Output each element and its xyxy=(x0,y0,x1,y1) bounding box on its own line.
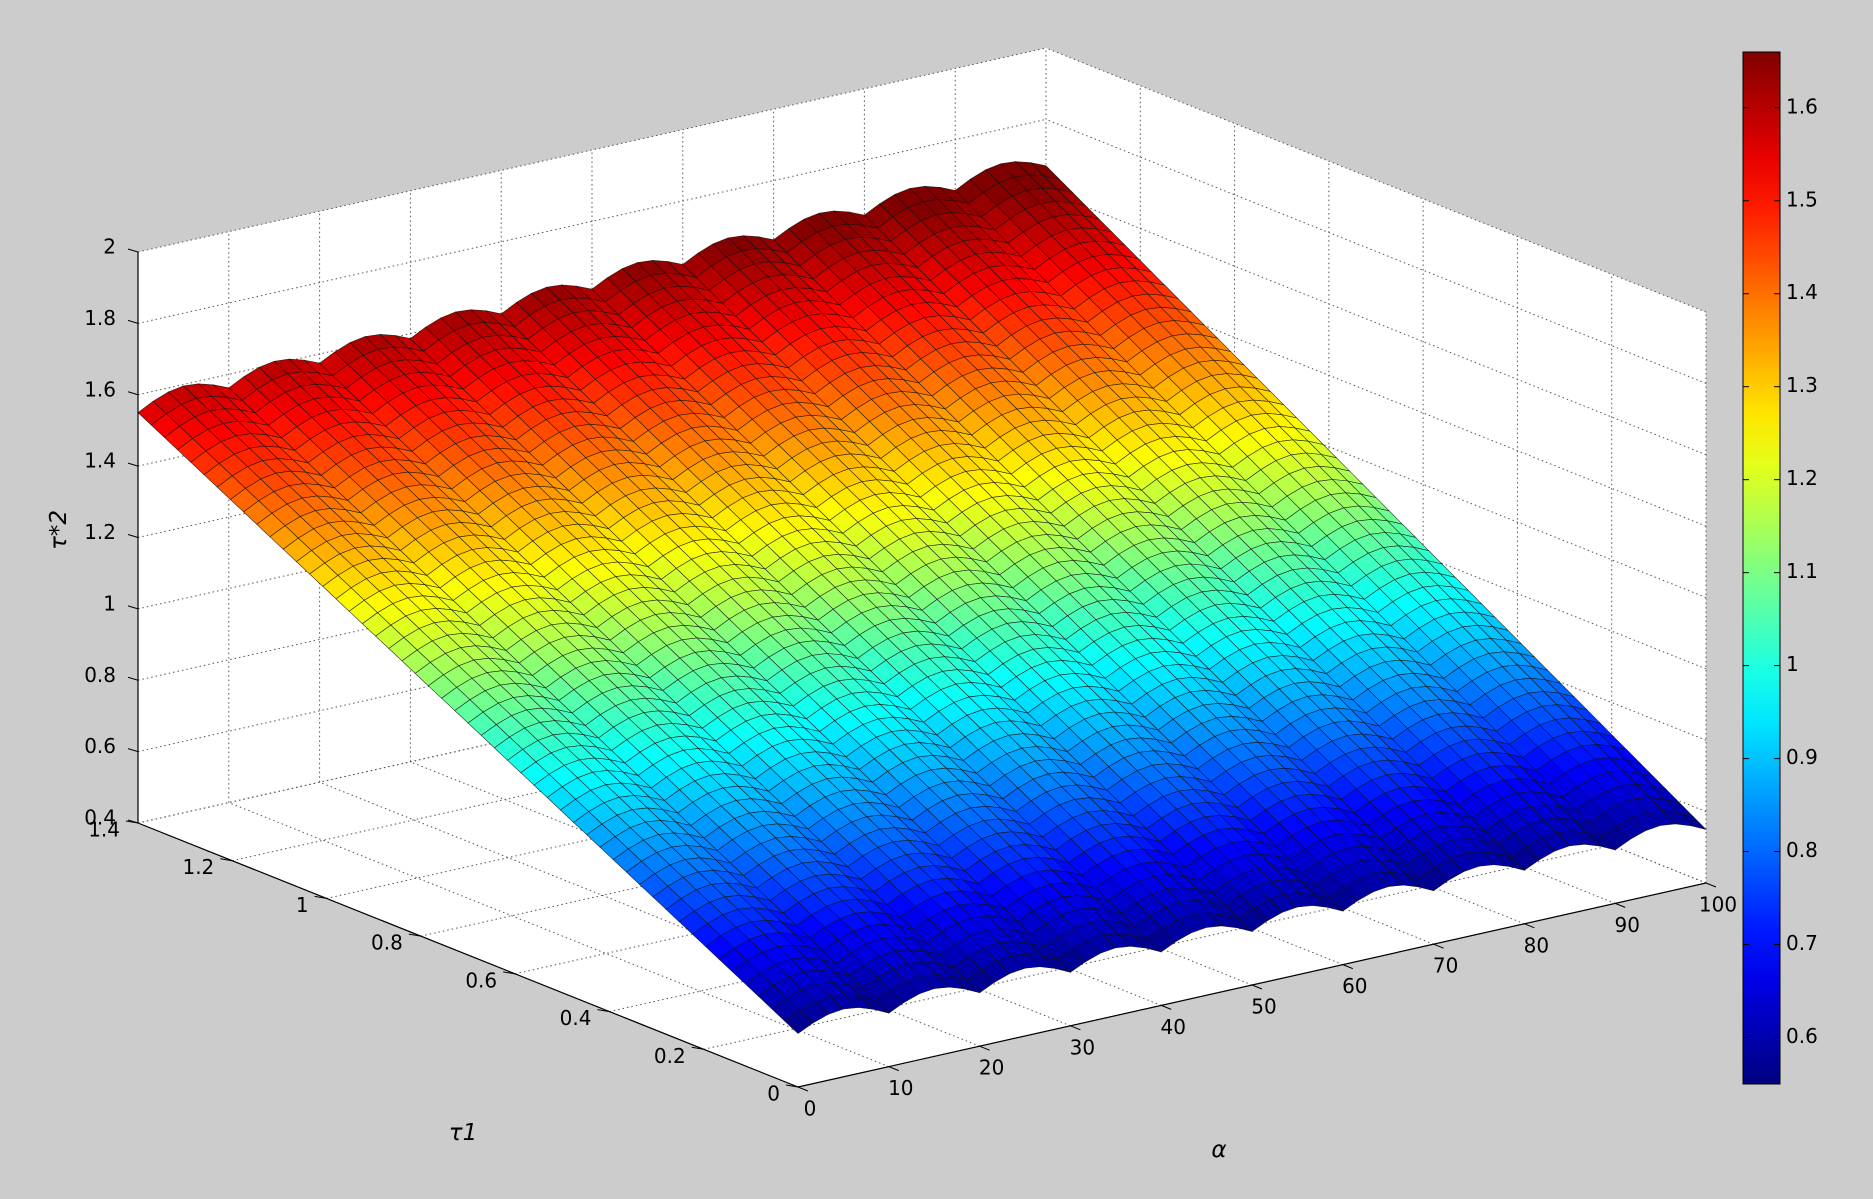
x-tick-mark xyxy=(1705,882,1717,888)
z-tick-mark xyxy=(127,605,139,610)
x-axis-label: α xyxy=(1211,1137,1226,1163)
z-tick-label: 1.2 xyxy=(84,520,116,544)
x-tick-label: 90 xyxy=(1614,913,1639,937)
z-tick-label: 1.6 xyxy=(84,377,116,401)
z-tick-label: 1 xyxy=(103,591,116,615)
x-tick-label: 40 xyxy=(1160,1015,1185,1039)
y-tick-label: 0.6 xyxy=(465,968,497,992)
z-tick-mark xyxy=(127,748,139,753)
colorbar-tick-label: 1.2 xyxy=(1786,466,1818,490)
x-tick-label: 60 xyxy=(1342,974,1367,998)
colorbar xyxy=(1742,51,1781,1085)
colorbar-tick-label: 1.5 xyxy=(1786,187,1818,211)
colorbar-tick-label: 1.1 xyxy=(1786,559,1818,583)
z-tick-label: 2 xyxy=(103,235,116,259)
x-tick-mark xyxy=(1251,984,1263,990)
z-tick-mark xyxy=(127,248,139,253)
x-tick-mark xyxy=(1524,923,1535,929)
y-tick-label: 1.4 xyxy=(88,818,120,842)
x-tick-label: 10 xyxy=(888,1076,913,1100)
z-tick-label: 0.6 xyxy=(84,734,116,758)
z-tick-label: 1.4 xyxy=(84,449,116,473)
x-tick-mark xyxy=(797,1086,809,1092)
z-tick-label: 1.8 xyxy=(84,306,116,330)
x-tick-mark xyxy=(888,1066,899,1072)
x-tick-mark xyxy=(1070,1025,1081,1031)
y-axis-label: τ1 xyxy=(449,1120,477,1146)
colorbar-tick-label: 0.8 xyxy=(1786,838,1818,862)
z-axis-label: τ*2 xyxy=(46,510,72,550)
x-tick-mark xyxy=(1433,943,1444,949)
colorbar-tick-label: 0.9 xyxy=(1786,745,1818,769)
x-tick-label: 100 xyxy=(1699,893,1737,917)
colorbar-tick-label: 1.3 xyxy=(1786,373,1818,397)
y-tick-label: 0.8 xyxy=(371,931,403,955)
colorbar-tick-label: 0.6 xyxy=(1786,1024,1818,1048)
y-tick-label: 1.2 xyxy=(182,855,214,879)
x-tick-mark xyxy=(1161,1004,1172,1010)
z-axis-ticks: 0.40.60.811.21.41.61.82 xyxy=(84,235,139,830)
colorbar-tick-label: 1 xyxy=(1786,652,1799,676)
x-tick-mark xyxy=(1615,902,1626,908)
z-tick-mark xyxy=(127,462,139,467)
z-tick-mark xyxy=(127,391,139,396)
colorbar-tick-label: 0.7 xyxy=(1786,931,1818,955)
z-tick-mark xyxy=(127,319,139,324)
colorbar-tick-label: 1.4 xyxy=(1786,280,1818,304)
y-tick-label: 0.4 xyxy=(560,1006,592,1030)
x-tick-label: 30 xyxy=(1070,1035,1095,1059)
x-tick-mark xyxy=(979,1045,990,1051)
z-tick-mark xyxy=(127,534,139,538)
y-tick-label: 0 xyxy=(767,1082,780,1106)
x-tick-label: 70 xyxy=(1433,954,1458,978)
y-tick-label: 1 xyxy=(296,893,309,917)
x-tick-mark xyxy=(1342,964,1353,970)
x-tick-label: 80 xyxy=(1524,933,1549,957)
colorbar-fill xyxy=(1742,51,1781,1085)
z-tick-mark xyxy=(127,676,139,681)
colorbar-tick-label: 1.6 xyxy=(1786,94,1818,118)
x-tick-label: 0 xyxy=(804,1097,817,1121)
y-tick-label: 0.2 xyxy=(654,1044,686,1068)
z-tick-label: 0.8 xyxy=(84,663,116,687)
x-tick-label: 50 xyxy=(1251,995,1276,1019)
figure: 0.40.60.811.21.41.61.82 00.20.40.60.811.… xyxy=(46,47,1818,1163)
x-tick-label: 20 xyxy=(979,1056,1004,1080)
